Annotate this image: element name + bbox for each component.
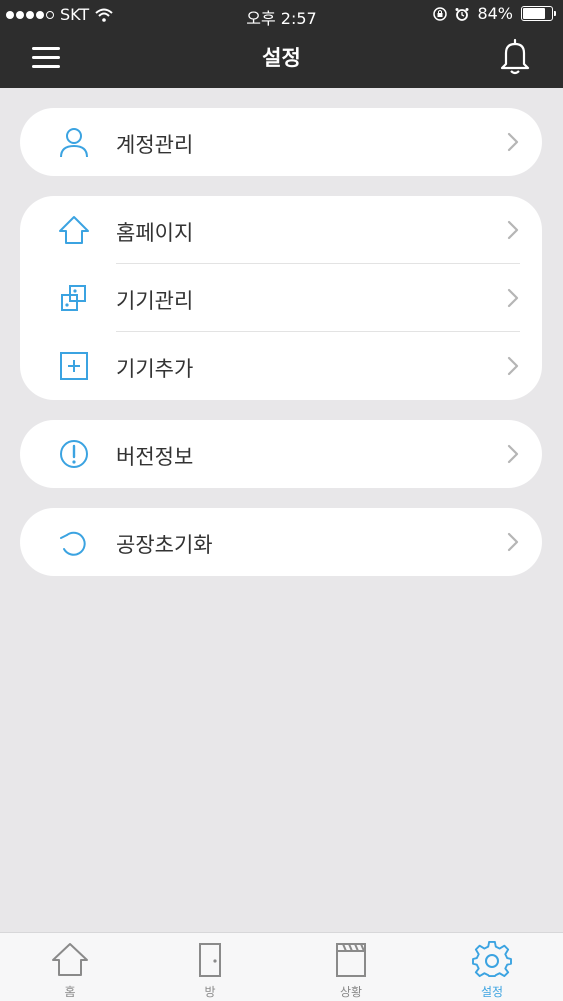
settings-item-label: 계정관리 [116, 133, 194, 157]
settings-item-label: 기기관리 [116, 289, 194, 313]
battery-icon [521, 6, 556, 21]
alarm-icon [455, 7, 469, 21]
chevron-right-icon [507, 132, 519, 152]
chevron-right-icon [507, 356, 519, 376]
info-circle-icon [60, 440, 88, 468]
tab-settings[interactable]: 설정 [422, 933, 562, 1001]
device-icon [61, 285, 86, 311]
home-icon [59, 216, 89, 244]
settings-item-device-add[interactable]: 기기추가 [20, 332, 542, 400]
tab-label: 설정 [480, 985, 504, 999]
settings-item-label: 기기추가 [116, 357, 194, 381]
tab-scene[interactable]: 상황 [281, 933, 421, 1001]
page-title: 설정 [262, 46, 301, 70]
settings-item-label: 버전정보 [116, 445, 194, 469]
tab-label: 홈 [64, 985, 76, 999]
settings-item-device-manage[interactable]: 기기관리 [20, 264, 542, 332]
app-header: SKT 오후 2:57 84% 설정 [0, 0, 563, 88]
settings-item-factory-reset[interactable]: 공장초기화 [20, 508, 542, 576]
chevron-right-icon [507, 532, 519, 552]
tab-bar: 홈 방 상황 설정 [0, 932, 563, 1001]
account-card: 계정관리 [20, 108, 542, 176]
home-icon [52, 943, 88, 976]
plus-square-icon [60, 352, 88, 380]
tab-home[interactable]: 홈 [0, 933, 140, 1001]
chevron-right-icon [507, 288, 519, 308]
tab-label: 상황 [339, 985, 363, 999]
user-icon [60, 128, 88, 158]
battery-percent: 84% [477, 4, 513, 23]
notification-button[interactable] [497, 36, 533, 76]
reset-icon [60, 531, 86, 556]
nav-bar: 설정 [0, 28, 563, 88]
rotation-lock-icon [433, 6, 448, 21]
tab-room[interactable]: 방 [140, 933, 280, 1001]
settings-item-account[interactable]: 계정관리 [20, 108, 542, 176]
reset-card: 공장초기화 [20, 508, 542, 576]
device-card: 홈페이지 기기관리 기기추가 [20, 196, 542, 400]
settings-item-label: 홈페이지 [116, 221, 194, 245]
settings-item-version[interactable]: 버전정보 [20, 420, 542, 488]
version-card: 버전정보 [20, 420, 542, 488]
settings-item-label: 공장초기화 [116, 533, 213, 557]
gear-icon [472, 941, 512, 978]
settings-item-homepage[interactable]: 홈페이지 [20, 196, 542, 264]
clapperboard-icon [336, 943, 366, 977]
status-bar: SKT 오후 2:57 84% [0, 0, 563, 28]
door-icon [199, 943, 221, 977]
status-right: 84% [433, 4, 556, 23]
bell-icon [500, 38, 530, 75]
chevron-right-icon [507, 444, 519, 464]
tab-label: 방 [204, 985, 216, 999]
chevron-right-icon [507, 220, 519, 240]
